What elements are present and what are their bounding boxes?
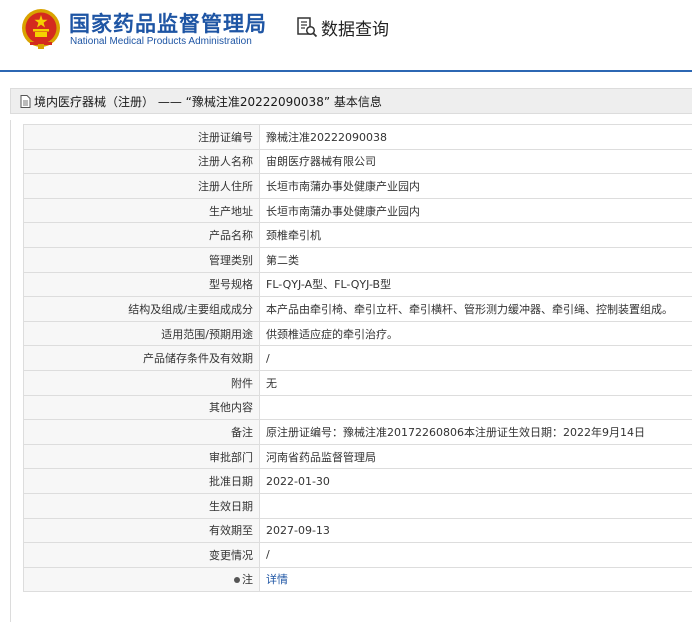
detail-panel: 注册证编号 豫械注准20222090038 注册人名称 宙朗医疗器械有限公司 注册人住所… <box>10 120 692 622</box>
table-row: 附件无 <box>23 369 692 396</box>
field-label: 型号规格 <box>23 271 260 298</box>
field-label: 适用范围/预期用途 <box>23 320 260 347</box>
field-value: 供颈椎适应症的牵引治疗。 <box>259 320 692 347</box>
note-icon <box>234 577 240 584</box>
search-document-icon <box>297 17 318 38</box>
field-label: 生产地址 <box>23 197 260 224</box>
table-row: 适用范围/预期用途 供颈椎适应症的牵引治疗。 <box>23 320 692 347</box>
section-title: 境内医疗器械（注册） —— “豫械注准20222090038” 基本信息 <box>34 94 382 109</box>
header-divider <box>0 70 692 72</box>
section-title-bar: 境内医疗器械（注册） —— “豫械注准20222090038” 基本信息 <box>10 88 692 114</box>
field-label: 产品储存条件及有效期 <box>23 345 260 371</box>
table-row: 注册人住所 长垣市南蒲办事处健康产业园内 <box>23 173 692 199</box>
field-label: 变更情况 <box>23 542 260 568</box>
field-value: 2027-09-13 <box>259 517 692 544</box>
field-value: FL-QYJ-A型、FL-QYJ-B型 <box>259 271 692 298</box>
field-value: 长垣市南蒲办事处健康产业园内 <box>259 197 692 224</box>
table-row: 批准日期 2022-01-30 <box>23 468 692 494</box>
field-value <box>259 492 692 519</box>
field-label: 产品名称 <box>23 222 260 248</box>
field-label: 注册证编号 <box>23 124 260 150</box>
data-query-link[interactable]: 数据查询 <box>296 15 389 40</box>
field-value: 长垣市南蒲办事处健康产业园内 <box>259 173 692 199</box>
table-row: 结构及组成/主要组成成分 本产品由牵引椅、牵引立杆、牵引横杆、管形测力缓冲器、牵引… <box>23 296 692 322</box>
field-value: 河南省药品监督管理局 <box>259 443 692 470</box>
field-label: 审批部门 <box>23 443 260 470</box>
site-header: 国家药品监督管理局 National Medical Products Admi… <box>0 0 692 72</box>
field-value <box>259 394 692 421</box>
field-value: 第二类 <box>259 246 692 273</box>
field-value: 本产品由牵引椅、牵引立杆、牵引横杆、管形测力缓冲器、牵引绳、控制装置组成。 <box>259 296 692 322</box>
field-value: 无 <box>259 369 692 396</box>
field-label: 注册人住所 <box>23 173 260 199</box>
national-emblem-icon <box>22 9 60 49</box>
field-label: 结构及组成/主要组成成分 <box>23 296 260 322</box>
field-value: / <box>259 542 692 568</box>
field-label: 备注 <box>23 419 260 445</box>
table-row: 有效期至 2027-09-13 <box>23 517 692 544</box>
table-row: 产品名称 颈椎牵引机 <box>23 222 692 248</box>
details-link[interactable]: 详情 <box>266 573 288 586</box>
table-row: 生产地址 长垣市南蒲办事处健康产业园内 <box>23 197 692 224</box>
field-value: 详情 <box>259 566 692 593</box>
table-row: 注册人名称 宙朗医疗器械有限公司 <box>23 148 692 175</box>
note-label: 注 <box>242 573 253 587</box>
field-label: 生效日期 <box>23 492 260 519</box>
org-name-cn[interactable]: 国家药品监督管理局 <box>69 8 267 38</box>
table-row: 审批部门 河南省药品监督管理局 <box>23 443 692 470</box>
table-row: 型号规格 FL-QYJ-A型、FL-QYJ-B型 <box>23 271 692 298</box>
field-label: 批准日期 <box>23 468 260 494</box>
data-query-label: 数据查询 <box>321 19 389 40</box>
field-label: 附件 <box>23 369 260 396</box>
field-value: / <box>259 345 692 371</box>
table-row: 注详情 <box>23 566 692 593</box>
field-value: 颈椎牵引机 <box>259 222 692 248</box>
table-row: 管理类别 第二类 <box>23 246 692 273</box>
field-value: 宙朗医疗器械有限公司 <box>259 148 692 175</box>
field-value: 豫械注准20222090038 <box>259 124 692 150</box>
table-row: 其他内容 <box>23 394 692 421</box>
table-row: 注册证编号 豫械注准20222090038 <box>23 124 692 150</box>
table-row: 备注 原注册证编号：豫械注准20172260806本注册证生效日期：2022年9月… <box>23 419 692 445</box>
table-row: 变更情况 / <box>23 542 692 568</box>
field-label: 其他内容 <box>23 394 260 421</box>
document-icon <box>20 94 31 108</box>
field-label: 有效期至 <box>23 517 260 544</box>
table-row: 产品储存条件及有效期 / <box>23 345 692 371</box>
org-name-en[interactable]: National Medical Products Administration <box>70 36 252 47</box>
field-value: 2022-01-30 <box>259 468 692 494</box>
table-row: 生效日期 <box>23 492 692 519</box>
field-label: 管理类别 <box>23 246 260 273</box>
field-label: 注册人名称 <box>23 148 260 175</box>
field-label: 注 <box>23 566 260 593</box>
field-value: 原注册证编号：豫械注准20172260806本注册证生效日期：2022年9月14… <box>259 419 692 445</box>
info-table: 注册证编号 豫械注准20222090038 注册人名称 宙朗医疗器械有限公司 注册人住所… <box>23 124 692 593</box>
